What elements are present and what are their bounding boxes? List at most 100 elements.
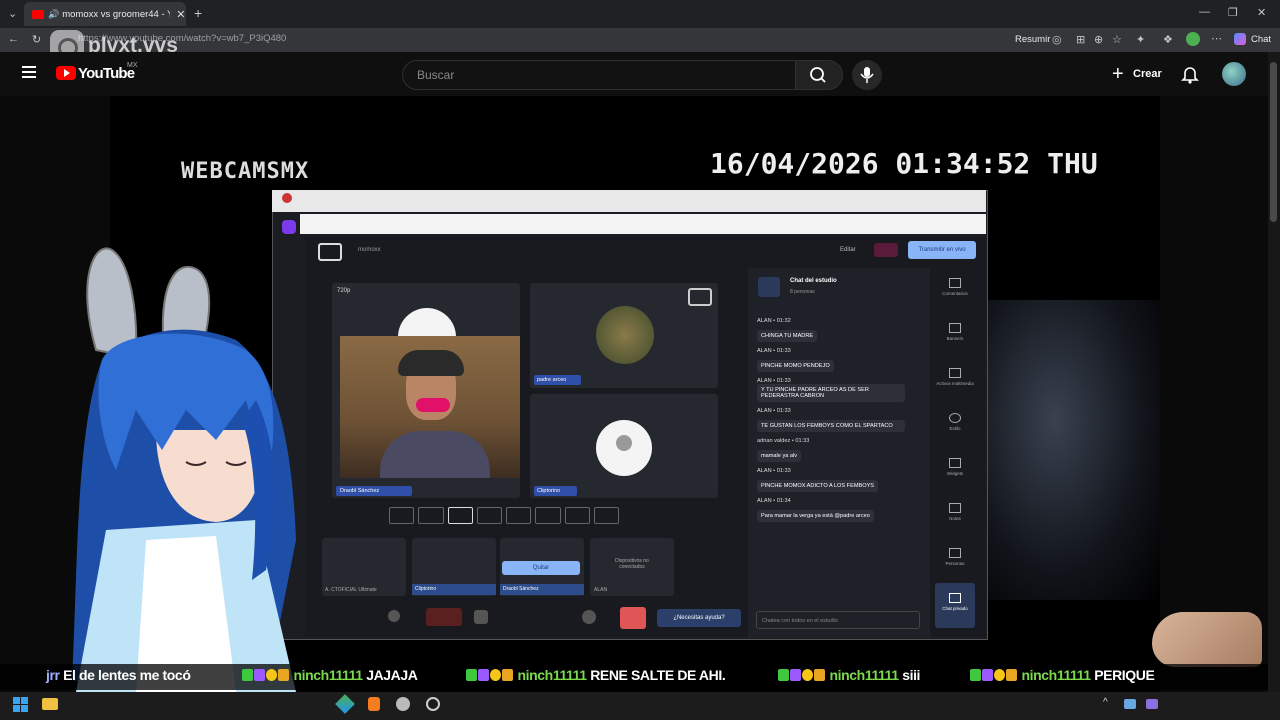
windows-start-icon[interactable]	[13, 697, 29, 713]
ticker-item: ninch11111 PERIQUE	[970, 667, 1180, 683]
studio-chat-input[interactable]: Chatea con todos en el estudio	[756, 611, 920, 629]
ticker-message: PERIQUE	[1094, 667, 1155, 683]
youtube-logo-text[interactable]: YouTube	[78, 65, 135, 82]
tab-close-icon[interactable]: ✕	[176, 8, 185, 21]
hamburger-menu-icon[interactable]	[22, 66, 36, 78]
create-button[interactable]: Crear	[1133, 68, 1162, 80]
sidebar-item-private-chat[interactable]: Chat privado	[935, 583, 975, 628]
sidebar-item-comments[interactable]: Comentarios	[942, 268, 968, 313]
settings-gear-icon[interactable]	[426, 697, 440, 711]
ticker-user: ninch11111	[517, 667, 588, 683]
chat-button[interactable]: Chat	[1251, 34, 1271, 45]
app-taskbar-icon[interactable]	[396, 697, 410, 711]
youtube-logo-icon[interactable]	[56, 66, 76, 80]
tile-name-tag: Draobl Sánchez	[336, 486, 412, 496]
summarize-icon[interactable]: ◎	[1052, 33, 1062, 46]
go-live-button[interactable]: Transmitir en vivo	[908, 241, 976, 259]
tab-youtube[interactable]: 🔊 momoxx vs groomer44 - YouTube ✕	[24, 2, 186, 26]
speaker-icon[interactable]: 🔊	[48, 9, 59, 20]
chat-text: Y TU PINCHE PADRE ARCEO AS DE SER PEDERA…	[757, 384, 905, 402]
layout-button[interactable]	[506, 507, 532, 524]
quality-label: 720p	[337, 288, 351, 294]
copilot-icon[interactable]	[1234, 33, 1246, 45]
reload-icon[interactable]: ↻	[32, 33, 41, 46]
layout-button[interactable]	[476, 507, 502, 524]
voice-search-button[interactable]	[852, 60, 882, 90]
search-input[interactable]	[415, 67, 779, 83]
chat-message: ALAN • 01:33 TE GUSTAN LOS FEMBOYS COMO …	[757, 408, 919, 432]
maximize-icon[interactable]: ❐	[1228, 6, 1238, 19]
search-button[interactable]	[795, 60, 843, 90]
resumir-button[interactable]: Resumir	[1015, 34, 1050, 45]
leave-studio-button[interactable]	[620, 607, 646, 629]
layout-button[interactable]	[564, 507, 590, 524]
tile-name-tag: padre arceo	[534, 375, 581, 385]
profile-avatar-icon[interactable]	[1186, 32, 1200, 46]
chat-message: adrian valdez • 01:33 mamale ya alv	[757, 438, 919, 462]
sidebar-item-media[interactable]: Activos multimedia	[936, 358, 974, 403]
create-plus-icon[interactable]: +	[1112, 63, 1124, 86]
puzzle-icon[interactable]: ❖	[1163, 33, 1173, 46]
edit-button[interactable]: Editar	[840, 247, 856, 253]
zoom-icon[interactable]: ⊕	[1094, 33, 1103, 46]
sidebar-item-banners[interactable]: Banners	[947, 313, 963, 358]
back-icon[interactable]: ←	[8, 33, 19, 45]
inner-browser-tabbar	[272, 190, 986, 212]
layout-button[interactable]	[389, 507, 415, 524]
tab-list-chevron-icon[interactable]: ⌄	[8, 7, 17, 20]
badge-icon	[502, 669, 513, 681]
webcam-label: WEBCAMSMX	[181, 159, 310, 184]
search-box[interactable]	[402, 60, 796, 90]
windows-taskbar	[0, 692, 1280, 720]
account-avatar[interactable]	[1222, 62, 1246, 86]
scrollbar-thumb[interactable]	[1270, 62, 1277, 222]
badge-icon	[790, 669, 801, 681]
sidebar-item-people[interactable]: Personas	[945, 538, 965, 583]
sidebar-item-label: Notas	[949, 516, 961, 521]
sidebar-item-style[interactable]: Estilo	[949, 403, 961, 448]
browser-tab-bar: ⌄ 🔊 momoxx vs groomer44 - YouTube ✕ + — …	[0, 0, 1280, 28]
extensions-icon[interactable]: ✦	[1136, 33, 1145, 46]
chat-text: PINCHE MOMOX ADICTO A LOS FEMBOYS	[757, 480, 879, 492]
notifications-bell-icon[interactable]	[1181, 64, 1199, 84]
camera-toggle-button[interactable]	[426, 608, 462, 626]
help-button[interactable]: ¿Necesitas ayuda?	[657, 609, 741, 627]
notes-icon	[949, 503, 961, 513]
studio-title: momoxx	[358, 247, 381, 253]
share-screen-icon[interactable]	[474, 610, 488, 624]
tray-app-icon[interactable]	[1146, 699, 1158, 709]
badge-icon	[802, 669, 813, 681]
ticker-message: RENE SALTE DE AHI.	[590, 667, 726, 683]
chat-text: Para mamar la verga ya está @padre arceo	[757, 510, 874, 522]
minimize-icon[interactable]: —	[1199, 6, 1210, 18]
layout-button[interactable]	[447, 507, 473, 524]
mic-toggle-icon[interactable]	[388, 610, 400, 622]
ticker-item: ninch11111 siii	[778, 667, 920, 683]
video-pillarbox-right	[1160, 96, 1268, 692]
streamyard-watermark-icon	[688, 288, 712, 306]
remove-button[interactable]: Quitar	[502, 561, 580, 575]
settings-gear-icon[interactable]	[582, 610, 596, 624]
layout-button[interactable]	[535, 507, 561, 524]
chat-title: Chat del estudio	[790, 278, 837, 284]
bookmark-star-icon[interactable]: ☆	[1112, 33, 1122, 46]
menu-dots-icon[interactable]: ⋯	[1211, 32, 1222, 45]
chat-time: 01:33	[776, 408, 791, 414]
brave-browser-icon[interactable]	[368, 697, 380, 711]
tray-app-icon[interactable]	[1124, 699, 1136, 709]
sidebar-item-notes[interactable]: Notas	[949, 493, 961, 538]
tray-chevron-icon[interactable]: ^	[1103, 697, 1108, 708]
microphone-icon	[860, 67, 874, 83]
chat-author: ALAN	[757, 318, 772, 324]
close-window-icon[interactable]: ✕	[1257, 6, 1266, 19]
sidebar-item-widgets[interactable]: Widgets	[947, 448, 963, 493]
chat-author: ALAN	[757, 468, 772, 474]
sidebar-item-label: Activos multimedia	[936, 381, 974, 386]
layout-button[interactable]	[593, 507, 619, 524]
tab-title: momoxx vs groomer44 - YouTube	[62, 8, 170, 20]
opera-logo-icon	[282, 193, 292, 203]
install-app-icon[interactable]: ⊞	[1076, 33, 1085, 46]
layout-button[interactable]	[418, 507, 444, 524]
file-explorer-icon[interactable]	[42, 698, 58, 710]
new-tab-icon[interactable]: +	[194, 5, 202, 21]
